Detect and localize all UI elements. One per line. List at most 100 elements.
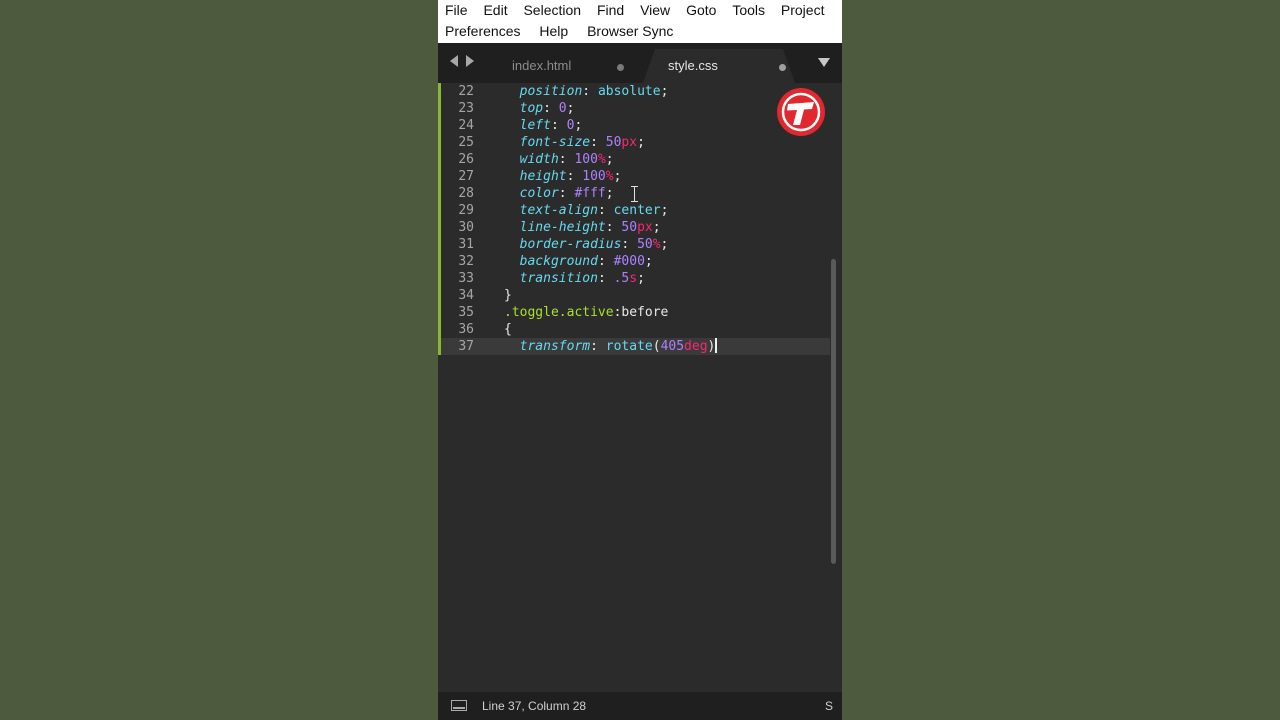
code-line[interactable]: 22 position: absolute; xyxy=(438,83,830,100)
menu-view[interactable]: View xyxy=(640,0,670,21)
line-number: 26 xyxy=(458,152,474,167)
line-source: } xyxy=(504,287,512,304)
vertical-scrollbar[interactable] xyxy=(830,87,838,687)
code-token: border-radius xyxy=(519,237,622,252)
line-source: width: 100%; xyxy=(504,151,614,168)
line-source: line-height: 50px; xyxy=(504,219,661,236)
code-token: ; xyxy=(566,101,575,116)
tab-label: index.html xyxy=(512,58,572,73)
modified-dot-icon[interactable] xyxy=(779,64,786,71)
code-token: height xyxy=(519,169,567,184)
code-token: % xyxy=(597,152,606,167)
line-number: 37 xyxy=(458,339,474,354)
line-number: 23 xyxy=(458,101,474,116)
code-token: : xyxy=(558,186,575,201)
menu-row-2: Preferences Help Browser Sync xyxy=(445,21,688,42)
code-line[interactable]: 23 top: 0; xyxy=(438,100,830,117)
menu-project[interactable]: Project xyxy=(781,0,825,21)
code-token: :before xyxy=(613,305,669,320)
syntax-indicator[interactable]: S xyxy=(825,692,833,720)
code-token: transform xyxy=(519,339,591,354)
code-token: deg xyxy=(684,339,708,354)
code-line[interactable]: 29 text-align: center; xyxy=(438,202,830,219)
line-source: top: 0; xyxy=(504,100,575,117)
code-token: px xyxy=(637,220,653,235)
line-source: font-size: 50px; xyxy=(504,134,645,151)
menu-browser-sync[interactable]: Browser Sync xyxy=(587,21,673,42)
code-token: ; xyxy=(637,135,645,150)
code-token: color xyxy=(519,186,559,201)
code-token: px xyxy=(621,135,638,150)
code-token: : xyxy=(597,203,614,218)
line-number: 32 xyxy=(458,254,474,269)
line-source: text-align: center; xyxy=(504,202,669,219)
code-token: 50 xyxy=(605,135,622,150)
code-token: ; xyxy=(660,84,669,99)
text-cursor-icon xyxy=(631,186,639,202)
code-token: : xyxy=(543,101,559,116)
code-line[interactable]: 33 transition: .5s; xyxy=(438,270,830,287)
line-number: 34 xyxy=(458,288,474,303)
code-token: ; xyxy=(574,118,583,133)
scrollbar-thumb[interactable] xyxy=(831,259,836,564)
code-token: 0 xyxy=(558,101,567,116)
menu-goto[interactable]: Goto xyxy=(686,0,716,21)
menu-help[interactable]: Help xyxy=(539,21,568,42)
menu-preferences[interactable]: Preferences xyxy=(445,21,520,42)
line-number: 25 xyxy=(458,135,474,150)
text-caret xyxy=(715,338,718,353)
code-token: background xyxy=(519,254,598,269)
code-area[interactable]: 22 position: absolute; 23 top: 0; 24 left:… xyxy=(438,83,830,692)
menu-selection[interactable]: Selection xyxy=(523,0,581,21)
line-number: 36 xyxy=(458,322,474,337)
code-token: absolute xyxy=(597,84,661,99)
menu-tools[interactable]: Tools xyxy=(732,0,765,21)
line-number: 31 xyxy=(458,237,474,252)
code-line[interactable]: 32 background: #000; xyxy=(438,253,830,270)
code-line[interactable]: 26 width: 100%; xyxy=(438,151,830,168)
tab-index-html[interactable]: index.html xyxy=(498,49,648,83)
tab-nav-right-icon[interactable] xyxy=(466,55,474,67)
tab-nav-left-icon[interactable] xyxy=(450,55,458,67)
code-editor[interactable]: 22 position: absolute; 23 top: 0; 24 left:… xyxy=(438,83,842,692)
menu-find[interactable]: Find xyxy=(597,0,624,21)
code-token: .toggle.active xyxy=(504,305,614,320)
code-token: ) xyxy=(707,339,716,354)
code-line[interactable]: 27 height: 100%; xyxy=(438,168,830,185)
code-token: : xyxy=(590,339,606,354)
tab-style-css[interactable]: style.css xyxy=(643,49,795,83)
code-line[interactable]: 31 border-radius: 50%; xyxy=(438,236,830,253)
line-number: 24 xyxy=(458,118,474,133)
code-line[interactable]: 34} xyxy=(438,287,830,304)
tab-list-dropdown-icon[interactable] xyxy=(818,58,830,67)
panel-toggle-icon[interactable] xyxy=(451,700,467,711)
code-line[interactable]: 36 { xyxy=(438,321,830,338)
menu-file[interactable]: File xyxy=(445,0,468,21)
cursor-position: Line 37, Column 28 xyxy=(482,699,587,713)
code-token: ; xyxy=(613,169,622,184)
code-token: width xyxy=(519,152,559,167)
line-source: color: #fff; xyxy=(504,185,614,202)
code-token: font-size xyxy=(519,135,591,150)
modified-dot-icon[interactable] xyxy=(617,64,624,71)
code-line[interactable]: 24 left: 0; xyxy=(438,117,830,134)
line-number: 27 xyxy=(458,169,474,184)
code-token: : xyxy=(605,220,622,235)
menu-bar: File Edit Selection Find View Goto Tools… xyxy=(438,0,842,43)
code-line[interactable]: 37 transform: rotate(405deg) xyxy=(438,338,830,355)
code-token: } xyxy=(504,288,512,303)
line-source: background: #000; xyxy=(504,253,653,270)
code-token: 405 xyxy=(660,339,685,354)
tab-label: style.css xyxy=(668,58,718,73)
code-line[interactable]: 30 line-height: 50px; xyxy=(438,219,830,236)
code-token: 100 xyxy=(574,152,598,167)
code-token: #000 xyxy=(613,254,645,269)
code-token: : xyxy=(597,254,614,269)
code-token: : xyxy=(582,84,598,99)
status-bar: Line 37, Column 28 S xyxy=(438,692,842,720)
menu-edit[interactable]: Edit xyxy=(483,0,507,21)
code-line[interactable]: 35 .toggle.active:before xyxy=(438,304,830,321)
code-line[interactable]: 25 font-size: 50px; xyxy=(438,134,830,151)
line-source: border-radius: 50%; xyxy=(504,236,669,253)
code-token: : xyxy=(597,271,614,286)
